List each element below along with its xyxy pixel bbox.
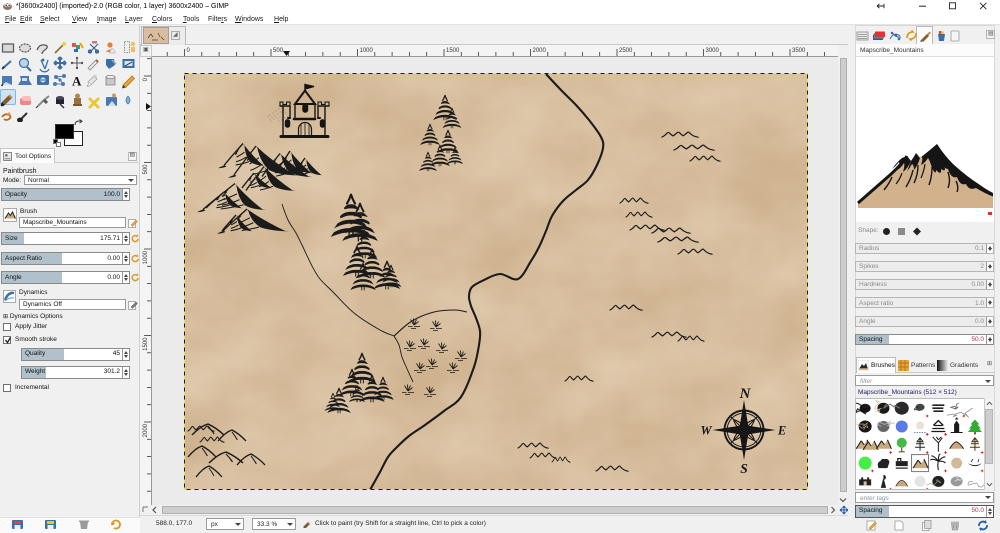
svg-text:1500: 1500 — [446, 48, 460, 54]
svg-text:2500: 2500 — [619, 48, 633, 54]
svg-text:500: 500 — [273, 48, 284, 54]
svg-text:1000: 1000 — [143, 250, 149, 264]
svg-text:W: W — [700, 424, 712, 438]
svg-text:2000: 2000 — [143, 423, 149, 437]
svg-text:2000: 2000 — [533, 48, 547, 54]
svg-text:3500: 3500 — [792, 48, 806, 54]
svg-text:S: S — [740, 461, 748, 476]
svg-text:1000: 1000 — [360, 48, 374, 54]
svg-text:A: A — [72, 74, 82, 89]
svg-text:3000: 3000 — [706, 48, 720, 54]
svg-text:N: N — [739, 386, 752, 402]
svg-text:1500: 1500 — [143, 337, 149, 351]
svg-text:E: E — [777, 424, 786, 438]
svg-text:500: 500 — [143, 164, 149, 175]
